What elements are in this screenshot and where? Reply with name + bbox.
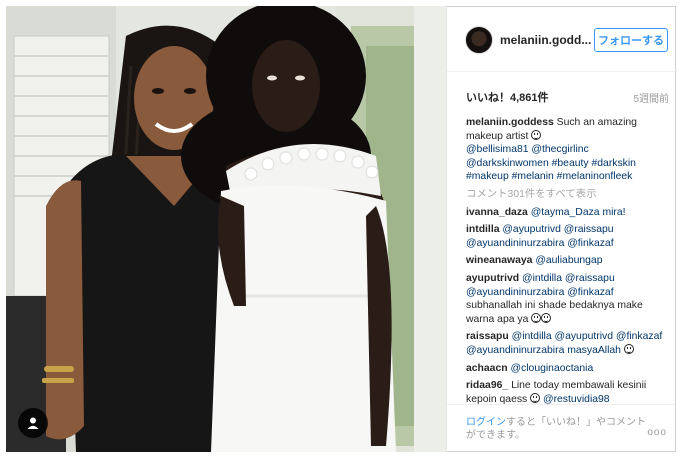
comment-text-line-2[interactable]: @ayuandininurzabira @finkazaf bbox=[466, 238, 614, 249]
comment-text: Line today membawali kesinii bbox=[511, 380, 647, 392]
comment-text[interactable]: @intdilla @raissapu bbox=[522, 273, 615, 284]
photo-illustration bbox=[6, 6, 446, 452]
follow-button[interactable]: フォローする bbox=[594, 28, 668, 52]
login-prompt: ログインすると「いいね！」やコメントができます。 bbox=[466, 416, 646, 442]
comment-item: ayuputrivd @intdilla @raissapu @ayuandin… bbox=[466, 272, 672, 326]
caption-mentions[interactable]: @bellisima81 @thecgirlinc bbox=[466, 144, 589, 155]
post-time[interactable]: 5週間前 bbox=[633, 90, 669, 105]
comment-text[interactable]: @intdilla @ayuputrivd @finkazaf bbox=[512, 331, 663, 342]
comment-username[interactable]: ayuputrivd bbox=[466, 273, 519, 284]
comment-item: raissapu @intdilla @ayuputrivd @finkazaf… bbox=[466, 330, 672, 357]
smiley-icon bbox=[531, 129, 542, 140]
smiley-icon bbox=[530, 392, 541, 403]
comment-text-line-2[interactable]: @ayuandininurzabira @finkazaf bbox=[466, 287, 614, 298]
likes-row: いいね！4,861件 5週間前 bbox=[447, 72, 677, 112]
caption-hashtags-2[interactable]: #makeup #melanin #melaninonfleek bbox=[466, 171, 632, 182]
caption-username[interactable]: melaniin.goddess bbox=[466, 117, 554, 128]
avatar[interactable] bbox=[465, 26, 493, 54]
comment-text[interactable]: @clouginaoctania bbox=[510, 363, 593, 374]
comments-list: melaniin.goddess Such an amazing makeup … bbox=[466, 116, 672, 410]
comment-text-line-3: subhanallah ini shade bedaknya make bbox=[466, 300, 643, 312]
post-footer: ログインすると「いいね！」やコメントができます。 ooo bbox=[447, 404, 677, 452]
comment-username[interactable]: wineanawaya bbox=[466, 255, 532, 266]
more-options-button[interactable]: ooo bbox=[647, 427, 667, 438]
comment-item: intdilla @ayuputrivd @raissapu @ayuandin… bbox=[466, 223, 672, 250]
comment-text[interactable]: @tayma_Daza mira! bbox=[531, 207, 626, 218]
post-header: melaniin.godd... フォローする bbox=[447, 6, 677, 72]
comment-text-line-4: warna apa ya bbox=[466, 313, 529, 325]
comment-username[interactable]: raissapu bbox=[466, 331, 509, 342]
likes-count[interactable]: いいね！4,861件 bbox=[466, 89, 549, 105]
comment-text[interactable]: @ayuputrivd @raissapu bbox=[502, 224, 613, 235]
comment-item: ridaa96_ Line today membawali kesinii ke… bbox=[466, 379, 672, 406]
comment-item: wineanawaya @auliabungap bbox=[466, 254, 672, 268]
comment-username[interactable]: intdilla bbox=[466, 224, 499, 235]
caption: melaniin.goddess Such an amazing makeup … bbox=[466, 116, 672, 184]
login-link[interactable]: ログイン bbox=[466, 417, 506, 428]
post-username[interactable]: melaniin.godd... bbox=[500, 33, 591, 47]
comment-username[interactable]: ridaa96_ bbox=[466, 380, 508, 391]
comment-username[interactable]: achaacn bbox=[466, 363, 508, 374]
smiley-icon bbox=[531, 312, 542, 323]
smiley-icon bbox=[623, 343, 634, 354]
comment-item: ivanna_daza @tayma_Daza mira! bbox=[466, 206, 672, 220]
comment-item: achaacn @clouginaoctania bbox=[466, 362, 672, 376]
view-all-comments-link[interactable]: コメント301件をすべて表示 bbox=[466, 188, 672, 202]
comment-text[interactable]: @auliabungap bbox=[535, 255, 602, 266]
person-tag-button[interactable] bbox=[18, 408, 48, 438]
post-photo[interactable] bbox=[6, 6, 446, 452]
person-tag-icon bbox=[27, 417, 39, 429]
comment-text-line-2[interactable]: @ayuandininurzabira masyaAllah bbox=[466, 345, 621, 356]
post-side-panel: melaniin.godd... フォローする いいね！4,861件 5週間前 … bbox=[446, 6, 677, 452]
comment-username[interactable]: ivanna_daza bbox=[466, 207, 528, 218]
smiley-icon bbox=[541, 312, 552, 323]
caption-hashtags-1[interactable]: @darkskinwomen #beauty #darkskin bbox=[466, 158, 636, 169]
